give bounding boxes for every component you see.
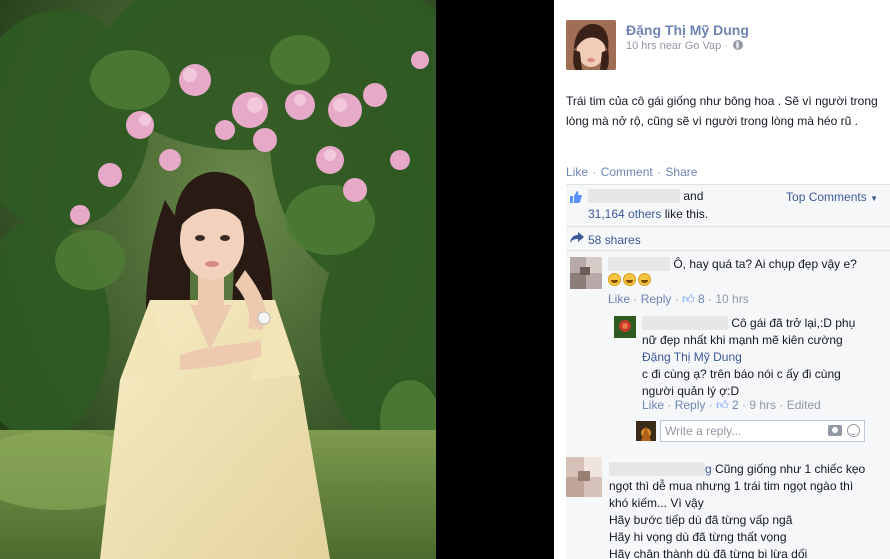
top-comments-label: Top Comments bbox=[786, 190, 867, 204]
reply-input[interactable] bbox=[661, 421, 841, 441]
photo-image bbox=[0, 0, 436, 559]
author-avatar[interactable] bbox=[566, 20, 616, 70]
post-actions: Like · Comment · Share bbox=[566, 165, 698, 179]
camera-icon[interactable] bbox=[828, 425, 842, 436]
comment-time[interactable]: 10 hrs bbox=[715, 292, 748, 306]
mention-link[interactable]: Đặng Thị Mỹ Dung bbox=[642, 349, 882, 366]
author-avatar-image bbox=[566, 20, 616, 70]
shares-count[interactable]: 58 shares bbox=[588, 233, 641, 247]
viewer-avatar bbox=[636, 421, 656, 441]
blurred-name[interactable] bbox=[608, 257, 670, 271]
location-prefix: near bbox=[659, 40, 682, 52]
commenter-avatar[interactable] bbox=[570, 257, 602, 289]
comment-like-count[interactable]: 8 bbox=[698, 292, 705, 306]
post-meta: 10 hrs near Go Vap · bbox=[626, 40, 744, 52]
comment-actions-1: Like · Reply · 👍︎ 8 · 10 hrs bbox=[608, 292, 749, 306]
post-text: Trái tim của cô gái giống như bông hoa .… bbox=[566, 94, 878, 128]
top-comments-dropdown[interactable]: Top Comments ▼ bbox=[786, 190, 878, 204]
avatar-image bbox=[566, 457, 602, 497]
globe-icon[interactable] bbox=[733, 40, 744, 50]
photo[interactable] bbox=[0, 0, 436, 559]
edited-label[interactable]: Edited bbox=[787, 398, 821, 412]
caret-down-icon: ▼ bbox=[870, 194, 878, 203]
blurred-names[interactable] bbox=[588, 189, 680, 203]
comment-text-1: Ô, hay quá ta? Ai chụp đẹp vậy e? bbox=[608, 256, 878, 273]
likes-summary: and 31,164 others like this. Top Comment… bbox=[566, 184, 890, 226]
thumbs-up-icon: 👍︎ bbox=[716, 398, 729, 412]
reply-input-box bbox=[660, 420, 865, 442]
avatar-image bbox=[614, 316, 636, 338]
shares-summary[interactable]: 58 shares bbox=[566, 226, 890, 250]
author-name[interactable]: Đặng Thị Mỹ Dung bbox=[626, 22, 749, 38]
likes-suffix: like this. bbox=[664, 207, 709, 221]
post-location[interactable]: Go Vap bbox=[685, 40, 722, 52]
thumbs-up-icon bbox=[570, 191, 582, 203]
post-time[interactable]: 10 hrs bbox=[626, 40, 657, 52]
reply-avatar[interactable] bbox=[614, 316, 636, 338]
comment-text-3: g Cũng giống như 1 chiếc kẹo ngọt thì dễ… bbox=[609, 462, 866, 559]
grin-emoji-icon bbox=[638, 273, 651, 286]
comment-actions-2: Like · Reply · 👍︎ 2 · 9 hrs · Edited bbox=[642, 398, 821, 412]
grin-emoji-icon bbox=[608, 273, 621, 286]
thumbs-up-icon: 👍︎ bbox=[682, 292, 695, 306]
post-panel: Đặng Thị Mỹ Dung 10 hrs near Go Vap · Tr… bbox=[554, 0, 890, 559]
share-arrow-icon bbox=[570, 232, 584, 243]
like-button[interactable]: Like bbox=[566, 165, 588, 179]
commenter-avatar[interactable] bbox=[566, 457, 602, 497]
share-button[interactable]: Share bbox=[665, 165, 697, 179]
comment-reply-button[interactable]: Reply bbox=[675, 398, 706, 412]
blurred-name[interactable] bbox=[609, 462, 705, 476]
avatar-image bbox=[636, 421, 656, 441]
comment-time[interactable]: 9 hrs bbox=[749, 398, 776, 412]
avatar-image bbox=[570, 257, 602, 289]
emoticon-icon[interactable] bbox=[847, 424, 860, 437]
comment-like-button[interactable]: Like bbox=[608, 292, 630, 306]
photo-viewer-gutter bbox=[436, 0, 554, 559]
comment-button[interactable]: Comment bbox=[601, 165, 653, 179]
comment-like-count[interactable]: 2 bbox=[732, 398, 739, 412]
comment-reply-button[interactable]: Reply bbox=[641, 292, 672, 306]
emoji-row bbox=[608, 273, 653, 287]
likes-and: and bbox=[683, 189, 704, 203]
comment-like-button[interactable]: Like bbox=[642, 398, 664, 412]
blurred-name[interactable] bbox=[642, 316, 728, 330]
comments-list: Ô, hay quá ta? Ai chụp đẹp vậy e? Like ·… bbox=[566, 250, 890, 559]
grin-emoji-icon bbox=[623, 273, 636, 286]
likes-others-link[interactable]: 31,164 others bbox=[588, 207, 661, 221]
comment-text-2: Cô gái đã trở lại,:D phụ nữ đẹp nhất khi… bbox=[642, 315, 882, 400]
